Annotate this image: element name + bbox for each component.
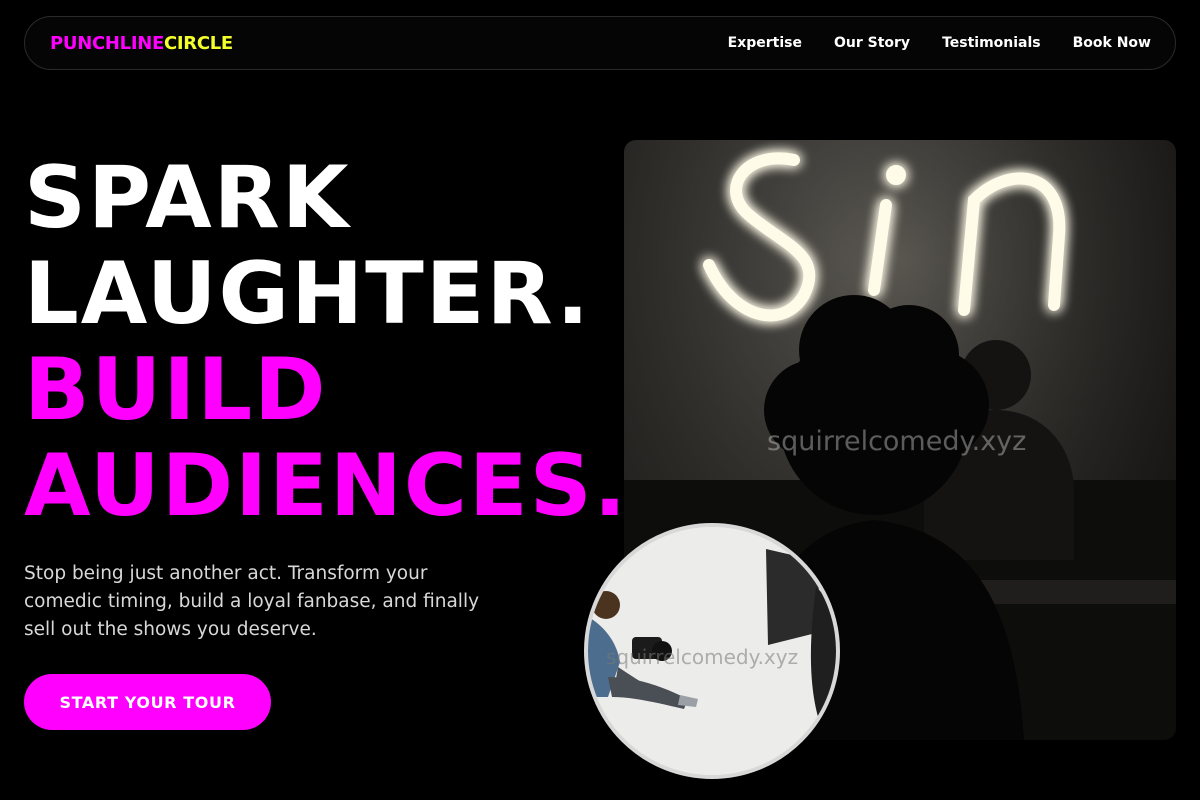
brand-logo-part2: CIRCLE — [163, 33, 233, 54]
headline-line-3: BUILD — [24, 340, 328, 440]
brand-logo[interactable]: PUNCHLINECIRCLE — [50, 33, 233, 54]
circle-photo-watermark: squirrelcomedy.xyz — [606, 645, 799, 669]
main-photo-watermark: squirrelcomedy.xyz — [767, 426, 1027, 457]
headline-line-4: AUDIENCES. — [24, 436, 629, 536]
nav-links: Expertise Our Story Testimonials Book No… — [728, 35, 1151, 51]
nav-link-testimonials[interactable]: Testimonials — [942, 35, 1041, 51]
headline-line-2: LAUGHTER. — [24, 244, 592, 344]
headline-line-1: SPARK — [24, 148, 351, 248]
brand-logo-part1: PUNCHLINE — [50, 33, 164, 54]
start-tour-button[interactable]: START YOUR TOUR — [24, 674, 271, 730]
nav-link-expertise[interactable]: Expertise — [728, 35, 802, 51]
hero-subtext: Stop being just another act. Transform y… — [24, 563, 480, 640]
nav-link-our-story[interactable]: Our Story — [834, 35, 910, 51]
hero-circle-photo: squirrelcomedy.xyz — [584, 523, 840, 779]
hero-headline: SPARK LAUGHTER. BUILD AUDIENCES. — [24, 150, 628, 534]
top-navbar: PUNCHLINECIRCLE Expertise Our Story Test… — [24, 16, 1176, 70]
nav-link-book-now[interactable]: Book Now — [1073, 35, 1151, 51]
